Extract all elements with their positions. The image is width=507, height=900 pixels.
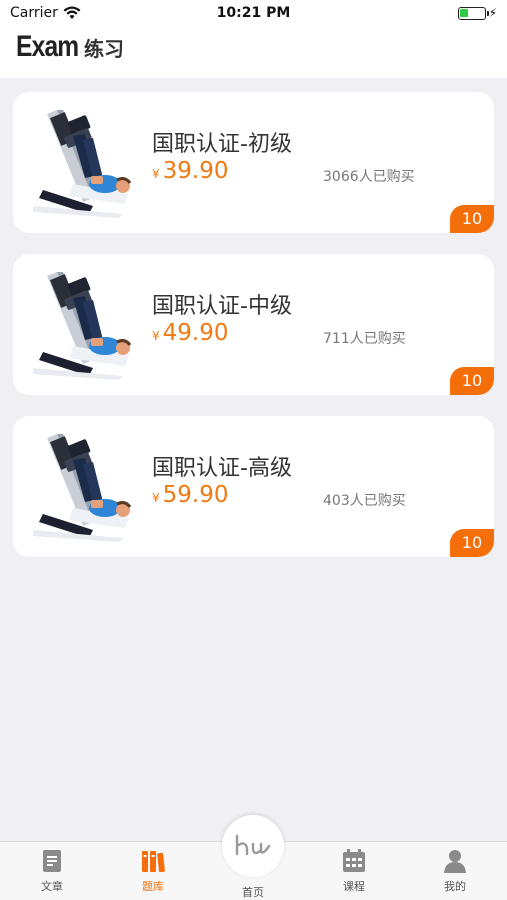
- question-count-badge: 10: [450, 529, 494, 557]
- price-value: 59.90: [162, 482, 229, 508]
- tab-question-bank[interactable]: 题库: [113, 848, 193, 894]
- currency-symbol: ¥: [152, 491, 160, 505]
- page-title: Exam 练习: [16, 30, 124, 64]
- price-value: 39.90: [162, 158, 229, 184]
- purchase-count: 711人已购买: [323, 331, 406, 347]
- question-count-badge: 10: [450, 367, 494, 395]
- currency-symbol: ¥: [152, 329, 160, 343]
- course-price: ¥ 39.90: [152, 158, 229, 184]
- tab-home-label: 首页: [242, 886, 264, 899]
- purchase-count: 3066人已购买: [323, 169, 415, 185]
- purchase-count: 403人已购买: [323, 493, 406, 509]
- clock: 10:21 PM: [216, 5, 291, 21]
- battery-indicator: ⚡: [457, 6, 497, 20]
- calendar-icon: [343, 849, 365, 872]
- leg-press-illustration-icon: [33, 272, 132, 380]
- page-title-zh: 练习: [84, 37, 124, 61]
- header-bar: Carrier 10:21 PM ⚡ Exam 练习: [0, 0, 507, 78]
- tab-label: 题库: [142, 880, 164, 893]
- course-card[interactable]: 国职认证-初级 ¥ 39.90 3066人已购买 10: [13, 92, 494, 233]
- price-value: 49.90: [162, 320, 229, 346]
- tab-label: 我的: [444, 880, 466, 893]
- leg-press-illustration-icon: [33, 434, 132, 542]
- books-icon: [142, 851, 165, 873]
- course-card[interactable]: 国职认证-高级 ¥ 59.90 403人已购买 10: [13, 416, 494, 557]
- status-bar: Carrier 10:21 PM ⚡: [0, 0, 507, 28]
- question-count-badge: 10: [450, 205, 494, 233]
- course-name: 国职认证-高级: [152, 456, 292, 481]
- tab-profile[interactable]: 我的: [415, 848, 495, 894]
- tab-label: 课程: [343, 880, 365, 893]
- hu-logo-icon: [235, 834, 271, 856]
- course-card[interactable]: 国职认证-中级 ¥ 49.90 711人已购买 10: [13, 254, 494, 395]
- battery-icon: [457, 6, 489, 20]
- tab-label: 文章: [41, 880, 63, 893]
- tab-articles[interactable]: 文章: [12, 848, 92, 894]
- person-icon: [444, 850, 466, 873]
- course-price: ¥ 59.90: [152, 482, 229, 508]
- course-price: ¥ 49.90: [152, 320, 229, 346]
- tab-courses[interactable]: 课程: [314, 848, 394, 894]
- charging-icon: ⚡: [488, 6, 497, 20]
- course-name: 国职认证-初级: [152, 132, 292, 157]
- page-title-en: Exam: [16, 30, 79, 63]
- document-icon: [43, 850, 61, 872]
- leg-press-illustration-icon: [33, 110, 132, 218]
- course-name: 国职认证-中级: [152, 294, 292, 319]
- currency-symbol: ¥: [152, 167, 160, 181]
- tab-home-button[interactable]: [222, 815, 284, 877]
